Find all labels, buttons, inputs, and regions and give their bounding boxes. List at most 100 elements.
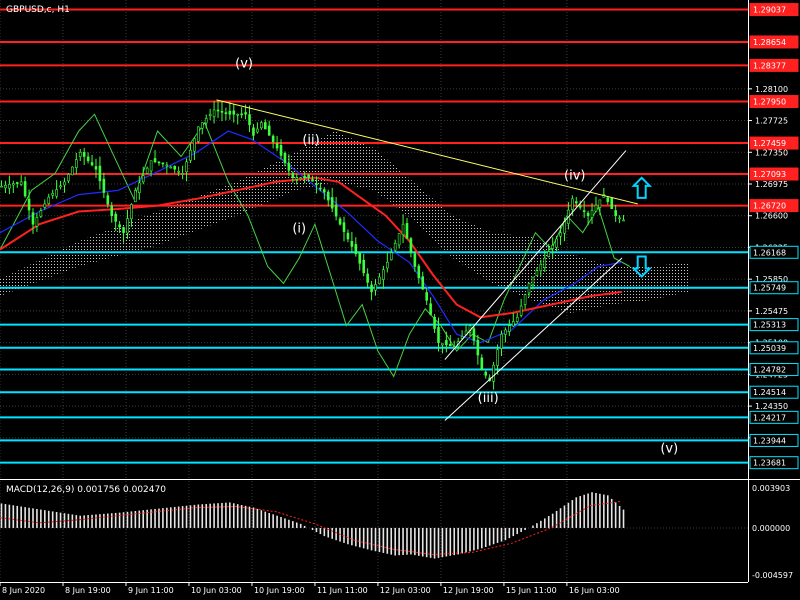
price-tick-label-3: 1.26975 (755, 180, 788, 189)
candle-body (527, 283, 531, 294)
candle-body (515, 316, 519, 322)
candle-body (271, 135, 275, 143)
candle-body (114, 213, 117, 222)
time-tick-label-3: 10 Jun 03:00 (191, 586, 242, 595)
chart-background (0, 0, 800, 600)
candle-body (39, 210, 43, 217)
level-price-label-0: 1.29037 (753, 6, 786, 15)
candle-body (157, 161, 161, 164)
candle-body (559, 232, 562, 237)
candle-body (256, 128, 259, 133)
candle-body (358, 252, 362, 264)
level-price-label-9: 1.25313 (753, 321, 786, 330)
candle-body (263, 122, 267, 130)
wave-label-0: (v) (235, 57, 253, 72)
candle-body (224, 112, 228, 114)
candle-body (326, 191, 330, 201)
level-price-label-1: 1.28654 (753, 38, 786, 47)
candle-body (145, 167, 149, 174)
price-tick-label-0: 1.28100 (755, 85, 788, 94)
candle-body (185, 161, 188, 173)
candle-body (236, 113, 240, 116)
candle-body (535, 270, 539, 276)
candle-body (539, 264, 543, 272)
candle-body (110, 205, 114, 217)
candle-body (508, 325, 511, 332)
candle-body (429, 303, 432, 315)
candle-body (31, 212, 35, 225)
candle-body (279, 144, 283, 156)
candle-body (378, 276, 381, 285)
candle-body (334, 204, 338, 217)
candle-body (122, 227, 125, 233)
candle-body (433, 316, 436, 329)
candle-body (98, 165, 102, 182)
candle-body (197, 126, 200, 142)
candle-body (200, 122, 204, 129)
candle-body (476, 339, 480, 356)
level-price-label-12: 1.24514 (753, 388, 786, 397)
candle-body (15, 182, 19, 184)
candle-body (448, 343, 452, 347)
candle-body (338, 218, 342, 225)
candle-body (47, 196, 51, 204)
candle-body (283, 152, 287, 164)
candle-body (59, 185, 62, 188)
candle-body (102, 178, 106, 193)
candle-body (405, 223, 409, 239)
candle-body (441, 343, 444, 346)
candle-body (90, 162, 94, 166)
candle-body (598, 199, 602, 208)
candle-body (275, 143, 279, 149)
candle-body (228, 110, 232, 115)
candle-body (189, 149, 192, 161)
time-tick-label-4: 10 Jun 19:00 (254, 586, 305, 595)
price-tick-label-7: 1.25475 (755, 307, 788, 316)
candle-body (543, 257, 547, 268)
candle-body (472, 328, 476, 341)
candle-body (130, 204, 133, 220)
candle-body (496, 349, 499, 366)
candle-body (4, 184, 7, 189)
candle-body (8, 184, 11, 189)
candle-body (141, 175, 145, 183)
candle-body (523, 294, 527, 305)
candle-body (169, 166, 173, 169)
candle-body (149, 160, 153, 172)
candle-body (571, 198, 574, 210)
candle-body (504, 329, 507, 335)
macd-tick-label-0: 0.003903 (752, 484, 790, 493)
candle-body (366, 273, 369, 283)
level-price-label-3: 1.27950 (753, 98, 786, 107)
candle-body (417, 265, 421, 279)
candle-body (409, 238, 413, 253)
candle-body (267, 125, 271, 136)
candle-body (63, 181, 66, 186)
chart-title: GBPUSD,c, H1 (6, 5, 70, 15)
candle-body (389, 252, 393, 261)
candle-body (386, 261, 389, 269)
level-price-label-10: 1.25039 (753, 344, 786, 353)
time-tick-label-0: 8 Jun 2020 (2, 586, 45, 595)
price-tick-label-10: 1.24350 (755, 402, 788, 411)
candle-body (51, 193, 54, 196)
time-tick-label-6: 12 Jun 03:00 (380, 586, 431, 595)
level-price-label-15: 1.23681 (753, 459, 786, 468)
candle-body (240, 113, 243, 116)
candle-body (586, 212, 590, 217)
candle-body (260, 122, 263, 129)
level-price-label-5: 1.27093 (753, 170, 786, 179)
level-price-label-8: 1.25749 (753, 284, 786, 293)
wave-label-3: (iii) (478, 391, 499, 406)
candle-body (582, 210, 586, 212)
candle-body (382, 269, 385, 280)
level-price-label-2: 1.28377 (753, 61, 786, 70)
wave-label-4: (iv) (564, 168, 585, 183)
candle-body (594, 204, 598, 212)
candle-body (165, 164, 169, 167)
candle-body (291, 172, 295, 178)
candle-body (303, 175, 306, 178)
candle-body (401, 223, 405, 236)
time-tick-label-7: 12 Jun 19:00 (443, 586, 494, 595)
candle-body (161, 162, 165, 165)
